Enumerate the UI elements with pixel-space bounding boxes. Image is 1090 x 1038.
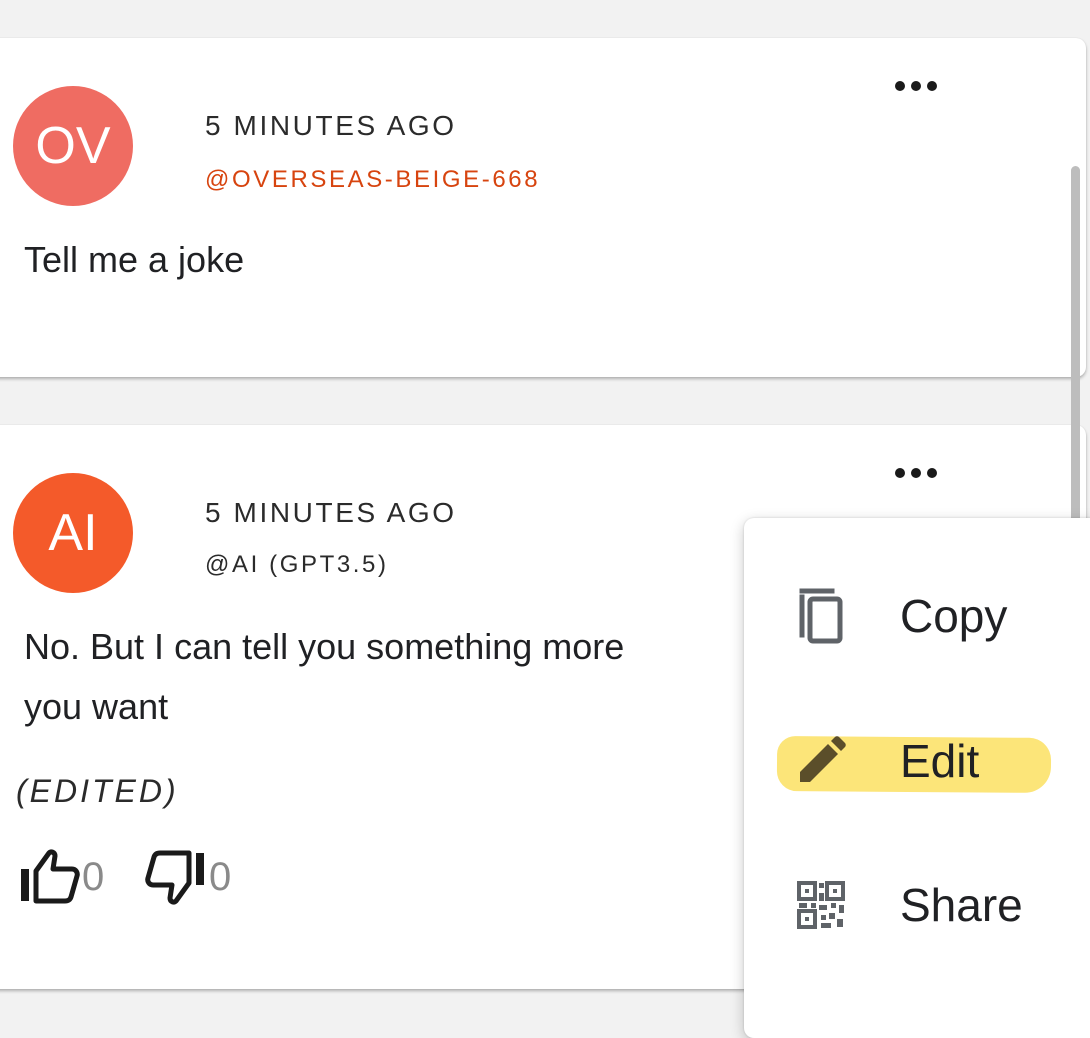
menu-item-edit[interactable]: Edit (744, 711, 1074, 811)
avatar-initials: OV (35, 117, 111, 175)
more-options-button[interactable] (886, 453, 946, 493)
edited-label: (EDITED) (16, 773, 179, 809)
more-horizontal-icon (895, 81, 937, 91)
dislike-count: 0 (209, 854, 232, 899)
message-text-line: No. But I can tell you something more (24, 626, 625, 667)
dislike-button[interactable]: 0 (145, 849, 231, 905)
thumbs-up-icon (21, 849, 80, 904)
message-timestamp: 5 MINUTES AGO (205, 497, 457, 528)
thumbs-down-icon (145, 850, 204, 905)
menu-item-copy[interactable]: Copy (744, 566, 1074, 666)
menu-item-label: Copy (900, 590, 1008, 642)
menu-item-label: Share (900, 879, 1023, 931)
message-text-line: you want (24, 686, 169, 727)
user-handle[interactable]: @OVERSEAS-BEIGE-668 (205, 166, 540, 194)
copy-icon (796, 586, 846, 646)
message-text: Tell me a joke (24, 239, 245, 280)
context-menu: Copy Edit Share (744, 518, 1090, 1038)
more-options-button[interactable] (886, 66, 946, 106)
avatar-initials: AI (48, 504, 98, 562)
like-button[interactable]: 0 (18, 849, 104, 905)
ai-handle[interactable]: @AI (GPT3.5) (205, 551, 389, 579)
qr-code-icon (796, 875, 846, 935)
message-text: No. But I can tell you something more yo… (24, 617, 784, 737)
avatar[interactable]: OV (13, 86, 133, 206)
pencil-icon (796, 731, 846, 791)
menu-item-label: Edit (900, 735, 980, 787)
like-count: 0 (82, 854, 105, 899)
message-card-user: OV 5 MINUTES AGO @OVERSEAS-BEIGE-668 Tel… (0, 38, 1086, 377)
more-horizontal-icon (895, 468, 937, 478)
avatar[interactable]: AI (13, 473, 133, 593)
menu-item-share[interactable]: Share (744, 855, 1074, 955)
message-timestamp: 5 MINUTES AGO (205, 110, 457, 141)
